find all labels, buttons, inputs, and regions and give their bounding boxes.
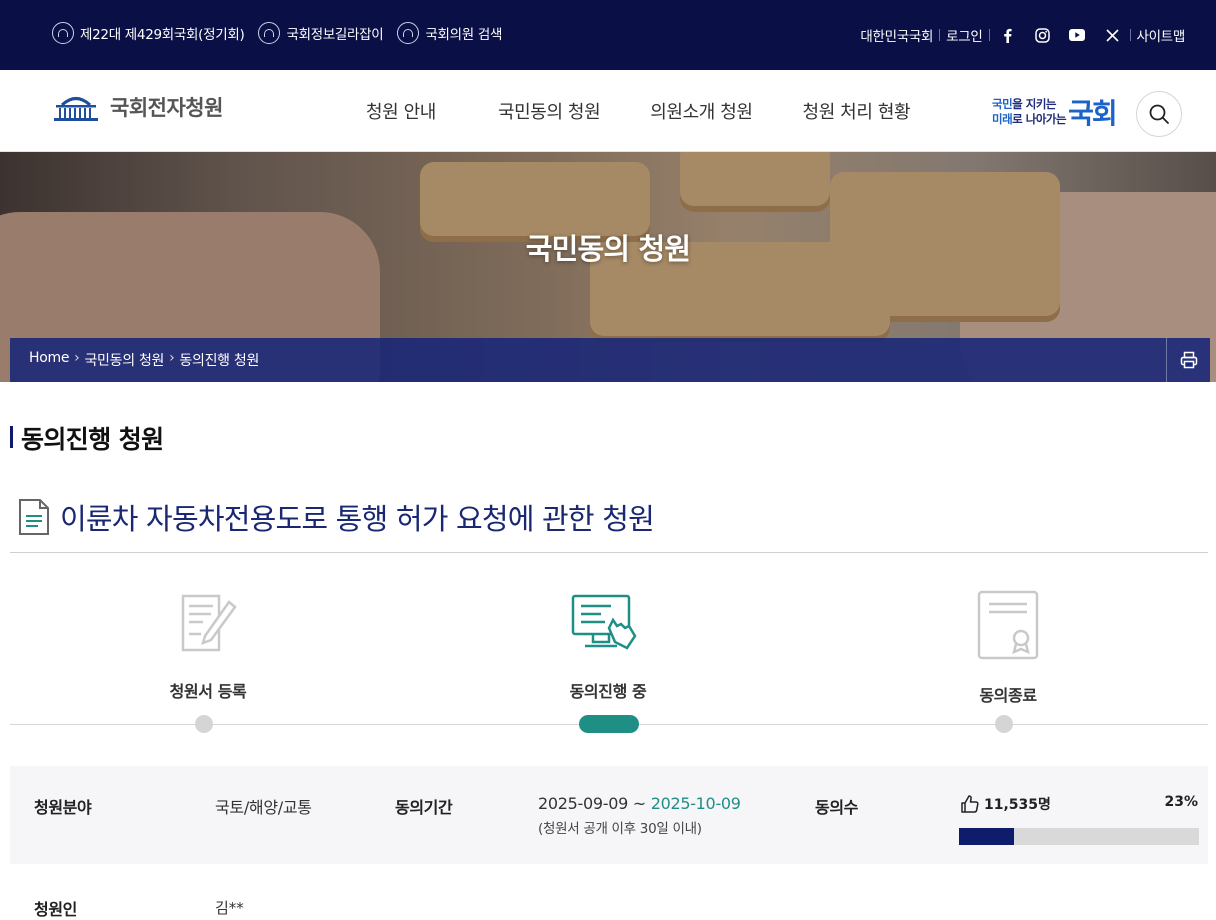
main-menu: 청원 안내 국민동의 청원 의원소개 청원 청원 처리 현황: [366, 98, 972, 124]
period-note: (청원서 공개 이후 30일 이내): [538, 821, 702, 837]
menu-item-guide[interactable]: 청원 안내: [366, 98, 436, 124]
computer-touch-icon: [571, 594, 637, 650]
petitioner-value: 김**: [215, 899, 244, 917]
facebook-icon[interactable]: [990, 28, 1025, 43]
top-link-label: 국회의원 검색: [425, 27, 503, 43]
main-header: 국회전자청원 청원 안내 국민동의 청원 의원소개 청원 청원 처리 현황 국민…: [0, 70, 1216, 152]
document-icon: [19, 499, 49, 535]
top-right-links: 대한민국국회 로그인 사이트맵: [854, 25, 1191, 45]
top-link-member-search[interactable]: 국회의원 검색: [397, 22, 502, 44]
sitemap-link[interactable]: 사이트맵: [1131, 25, 1191, 45]
national-assembly-link[interactable]: 대한민국국회: [854, 25, 939, 45]
petition-title-text: 이륜차 자동차전용도로 통행 허가 요청에 관한 청원: [60, 502, 655, 536]
top-links: 제22대 제429회국회(정기회) 국회정보길라잡이 국회의원 검색: [52, 22, 502, 44]
thumbs-up-icon: [961, 795, 979, 813]
breadcrumb-public-consent[interactable]: 국민동의 청원: [84, 350, 164, 370]
slogan-word: 국민: [992, 97, 1013, 111]
assembly-emblem-icon: [52, 22, 74, 44]
menu-item-status[interactable]: 청원 처리 현황: [803, 98, 911, 124]
slogan-word: 을 지키는: [1012, 97, 1056, 111]
breadcrumb-trail: Home › 국민동의 청원 › 동의진행 청원: [10, 350, 259, 370]
menu-item-member-introduced[interactable]: 의원소개 청원: [650, 98, 753, 124]
step-dot-in-progress: [579, 715, 639, 733]
search-button[interactable]: [1136, 91, 1182, 137]
assembly-slogan: 국민을 지키는 미래로 나아가는 국회: [992, 92, 1118, 132]
count-label: 동의수: [815, 798, 858, 817]
top-link-label: 제22대 제429회국회(정기회): [80, 27, 245, 43]
chevron-right-icon: ›: [74, 350, 80, 366]
period-start: 2025-09-09: [538, 794, 628, 813]
assembly-emblem-icon: [397, 22, 420, 44]
print-button[interactable]: [1166, 338, 1210, 382]
petition-info: 청원분야 국토/해양/교통 동의기간 2025-09-09 ~ 2025-10-…: [10, 766, 1208, 864]
slogan-word: 로 나아가는: [1012, 112, 1067, 126]
login-link[interactable]: 로그인: [940, 25, 988, 45]
period-label: 동의기간: [395, 798, 453, 817]
slogan-big-text: 국회: [1068, 97, 1118, 130]
chevron-right-icon: ›: [169, 350, 175, 366]
youtube-icon[interactable]: [1060, 29, 1095, 41]
search-icon: [1149, 104, 1169, 124]
petitioner-label: 청원인: [34, 900, 77, 919]
pen-document-icon: [181, 594, 237, 652]
assembly-building-icon: [54, 97, 98, 121]
step-label: 청원서 등록: [169, 682, 247, 701]
progress-fill: [959, 828, 1015, 845]
step-label: 동의종료: [979, 686, 1037, 705]
top-link-label: 국회정보길라잡이: [286, 27, 384, 43]
step-dot-complete: [995, 715, 1013, 733]
period-end: 2025-10-09: [650, 794, 741, 813]
consent-count: 11,535명: [960, 794, 1051, 814]
step-registration: 청원서 등록: [108, 590, 308, 702]
step-in-progress: 동의진행 중: [508, 590, 708, 702]
logo-text: 국회전자청원: [110, 96, 223, 120]
field-value: 국토/해양/교통: [215, 798, 312, 817]
assembly-emblem-icon: [258, 22, 281, 44]
print-icon: [1180, 351, 1197, 369]
hero-banner: 국민동의 청원 Home › 국민동의 청원 › 동의진행 청원: [0, 152, 1216, 382]
step-label: 동의진행 중: [569, 682, 647, 701]
title-divider: [10, 552, 1208, 553]
top-link-guide[interactable]: 국회정보길라잡이: [258, 22, 384, 44]
count-value: 11,535명: [984, 797, 1051, 813]
x-icon[interactable]: [1095, 28, 1130, 42]
step-complete: 동의종료: [908, 590, 1108, 706]
breadcrumb-current[interactable]: 동의진행 청원: [179, 350, 259, 370]
certificate-icon: [977, 590, 1039, 660]
site-logo[interactable]: 국회전자청원: [52, 92, 223, 122]
instagram-icon[interactable]: [1025, 27, 1060, 43]
period-separator: ~: [628, 794, 651, 813]
breadcrumb-home[interactable]: Home: [29, 350, 69, 370]
section-title: 동의진행 청원: [10, 420, 164, 456]
top-link-session[interactable]: 제22대 제429회국회(정기회): [52, 22, 245, 44]
period-value: 2025-09-09 ~ 2025-10-09: [538, 794, 741, 813]
step-dot-registration: [195, 715, 213, 733]
hero-title: 국민동의 청원: [525, 232, 691, 266]
breadcrumb: Home › 국민동의 청원 › 동의진행 청원: [10, 338, 1210, 382]
progress-bar: [959, 828, 1199, 845]
petition-title: 이륜차 자동차전용도로 통행 허가 요청에 관한 청원: [18, 496, 655, 538]
top-utility-bar: 제22대 제429회국회(정기회) 국회정보길라잡이 국회의원 검색 대한민국국…: [0, 0, 1216, 70]
field-label: 청원분야: [34, 798, 92, 817]
menu-item-public-consent[interactable]: 국민동의 청원: [498, 98, 601, 124]
slogan-text: 국민을 지키는 미래로 나아가는: [992, 97, 1067, 127]
progress-percent: 23%: [1164, 794, 1198, 810]
slogan-word: 미래: [992, 112, 1013, 126]
